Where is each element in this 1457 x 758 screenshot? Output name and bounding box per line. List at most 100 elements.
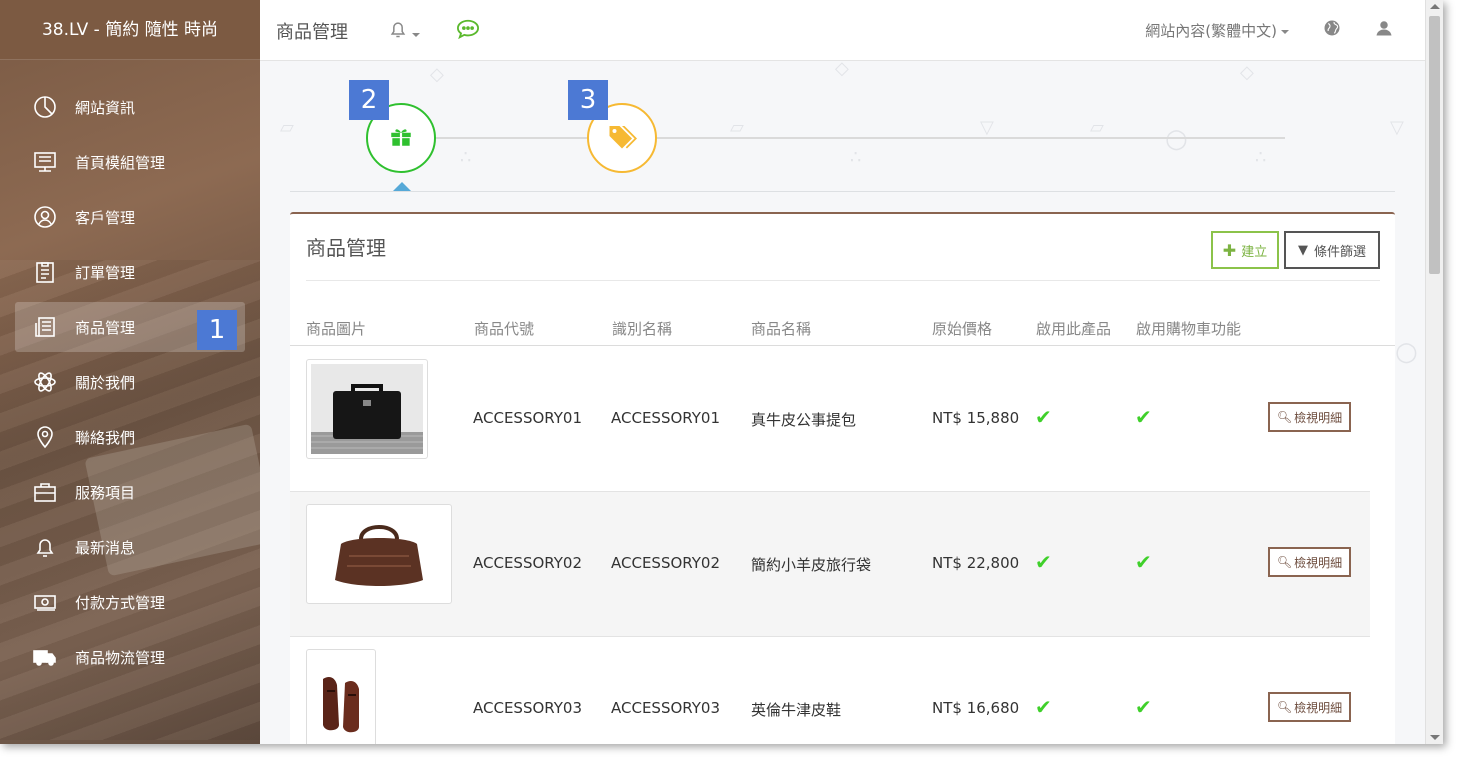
check-icon: ✔ (1035, 550, 1052, 574)
panel-title: 商品管理 (306, 236, 386, 260)
bell-icon (33, 535, 57, 559)
tags-icon (607, 121, 637, 155)
truck-icon (33, 645, 57, 669)
annotation-badge-2: 2 (349, 80, 389, 120)
check-icon: ✔ (1135, 695, 1152, 719)
sidebar-item-contact[interactable]: 聯絡我們 (15, 412, 245, 462)
sidebar-item-payment[interactable]: 付款方式管理 (15, 577, 245, 627)
language-label: 網站內容(繁體中文) (1145, 22, 1277, 40)
header-cart: 啟用購物車功能 (1136, 320, 1242, 338)
view-details-button[interactable]: 🔍︎ 檢視明細 (1268, 547, 1351, 577)
sidebar-menu: 網站資訊 首頁模組管理 客戶管理 訂單管理 商品管理 關於我們 聯絡我們 服務項… (0, 82, 260, 682)
cell-ident: ACCESSORY03 (611, 699, 720, 717)
filter-icon: ▼ (1297, 242, 1308, 258)
create-label: 建立 (1241, 244, 1268, 260)
check-icon: ✔ (1135, 405, 1152, 429)
atom-icon (33, 370, 57, 394)
clipboard-icon (33, 260, 57, 284)
sidebar-item-label: 付款方式管理 (75, 593, 166, 612)
check-icon: ✔ (1035, 405, 1052, 429)
language-dropdown[interactable]: 網站內容(繁體中文) (1145, 20, 1289, 41)
user-circle-icon (33, 205, 57, 229)
map-pin-icon (33, 425, 57, 449)
create-button[interactable]: ✚ 建立 (1211, 231, 1279, 269)
section-divider (290, 191, 1395, 192)
view-details-button[interactable]: 🔍︎ 檢視明細 (1268, 402, 1351, 432)
table-row: ACCESSORY03 ACCESSORY03 英倫牛津皮鞋 NT$ 16,68… (290, 637, 1370, 744)
annotation-badge-3: 3 (568, 80, 608, 120)
cell-code: ACCESSORY01 (473, 409, 582, 427)
brand-title[interactable]: 38.LV - 簡約 隨性 時尚 (0, 0, 260, 60)
monitor-icon (33, 150, 57, 174)
sidebar: 38.LV - 簡約 隨性 時尚 網站資訊 首頁模組管理 客戶管理 訂單管理 商… (0, 0, 260, 744)
sidebar-item-label: 最新消息 (75, 538, 136, 557)
header-name: 商品名稱 (751, 320, 812, 338)
table-header: 商品圖片 商品代號 識別名稱 商品名稱 原始價格 啟用此產品 啟用購物車功能 (290, 318, 1395, 346)
scroll-down-arrow-icon[interactable] (1430, 735, 1440, 740)
sidebar-item-label: 商品物流管理 (75, 648, 166, 667)
chevron-down-icon (1281, 29, 1289, 34)
cell-price: NT$ 22,800 (932, 554, 1020, 572)
search-icon: 🔍︎ (1276, 410, 1293, 424)
view-label: 檢視明細 (1294, 410, 1343, 425)
cell-price: NT$ 16,680 (932, 699, 1020, 717)
chat-button[interactable] (456, 18, 480, 44)
chat-bubble-icon (456, 19, 480, 44)
cell-code: ACCESSORY03 (473, 699, 582, 717)
header-price: 原始價格 (932, 320, 993, 338)
sidebar-item-label: 客戶管理 (75, 208, 136, 227)
annotation-badge-1: 1 (197, 310, 237, 350)
notifications-dropdown[interactable] (388, 19, 420, 43)
step-connector-line (435, 137, 1285, 139)
scroll-up-arrow-icon[interactable] (1430, 4, 1440, 9)
main-content: ◇ ◇ ◇ ▱ ▱ ▽ ▱ ▽ ∴ ∴ ∴ ○ ○ 商品管理 ✚ 建立 ▼ 條件篩選 商品圖片 商品代… (260, 62, 1425, 744)
sidebar-item-home-modules[interactable]: 首頁模組管理 (15, 137, 245, 187)
filter-label: 條件篩選 (1313, 244, 1366, 260)
table-row: ACCESSORY02 ACCESSORY02 簡約小羊皮旅行袋 NT$ 22,… (290, 492, 1370, 637)
vertical-scrollbar[interactable] (1425, 0, 1443, 744)
cell-name: 真牛皮公事提包 (751, 411, 857, 429)
sidebar-item-site-info[interactable]: 網站資訊 (15, 82, 245, 132)
filter-button[interactable]: ▼ 條件篩選 (1284, 231, 1380, 269)
panel-separator (306, 280, 1380, 281)
sidebar-item-about[interactable]: 關於我們 (15, 357, 245, 407)
products-panel: 商品管理 ✚ 建立 ▼ 條件篩選 商品圖片 商品代號 識別名稱 商品名稱 原始價格 … (290, 212, 1395, 744)
header-ident: 識別名稱 (612, 320, 673, 338)
sidebar-item-label: 關於我們 (75, 373, 136, 392)
table-row: ACCESSORY01 ACCESSORY01 真牛皮公事提包 NT$ 15,8… (290, 347, 1370, 492)
header-enabled: 啟用此產品 (1036, 320, 1112, 338)
sidebar-item-orders[interactable]: 訂單管理 (15, 247, 245, 297)
view-label: 檢視明細 (1294, 555, 1343, 570)
sidebar-item-customers[interactable]: 客戶管理 (15, 192, 245, 242)
cell-price: NT$ 15,880 (932, 409, 1020, 427)
sidebar-item-logistics[interactable]: 商品物流管理 (15, 632, 245, 682)
gift-icon (388, 123, 414, 153)
pie-chart-icon (33, 95, 57, 119)
browser-frame: 38.LV - 簡約 隨性 時尚 網站資訊 首頁模組管理 客戶管理 訂單管理 商… (0, 0, 1443, 744)
cell-code: ACCESSORY02 (473, 554, 582, 572)
topbar: 商品管理 網站內容(繁體中文) (260, 0, 1425, 61)
header-code: 商品代號 (474, 320, 535, 338)
active-step-pointer (393, 182, 411, 191)
header-image: 商品圖片 (306, 320, 367, 338)
cell-ident: ACCESSORY02 (611, 554, 720, 572)
briefcase-icon (33, 480, 57, 504)
scrollbar-thumb[interactable] (1429, 16, 1440, 274)
check-icon: ✔ (1135, 550, 1152, 574)
view-details-button[interactable]: 🔍︎ 檢視明細 (1268, 692, 1351, 722)
user-icon[interactable] (1375, 19, 1393, 41)
sidebar-item-services[interactable]: 服務項目 (15, 467, 245, 517)
sidebar-item-label: 服務項目 (75, 483, 136, 502)
cell-ident: ACCESSORY01 (611, 409, 720, 427)
chevron-down-icon (412, 32, 420, 37)
sidebar-item-label: 首頁模組管理 (75, 153, 166, 172)
product-image-briefcase (306, 359, 428, 459)
plus-icon: ✚ (1222, 240, 1237, 260)
money-icon (33, 590, 57, 614)
view-label: 檢視明細 (1294, 700, 1343, 715)
globe-icon[interactable] (1323, 19, 1341, 41)
check-icon: ✔ (1035, 695, 1052, 719)
search-icon: 🔍︎ (1276, 700, 1293, 714)
sidebar-item-news[interactable]: 最新消息 (15, 522, 245, 572)
sidebar-item-label: 訂單管理 (75, 263, 136, 282)
